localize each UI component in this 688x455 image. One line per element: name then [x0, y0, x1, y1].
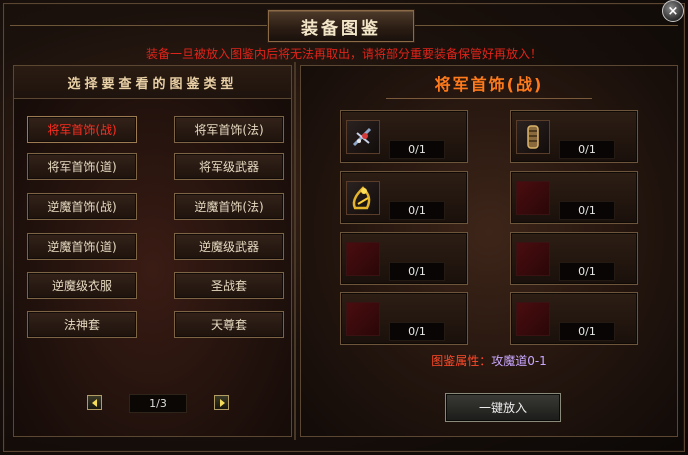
category-label: 将军首饰(道) — [47, 160, 117, 174]
codex-attribute: 图鉴属性：攻魔道0-1 — [301, 352, 677, 369]
category-label: 圣战套 — [210, 279, 247, 293]
pager: 1/3 — [13, 390, 290, 418]
slot-count: 0/1 — [559, 322, 615, 341]
slot-count: 0/1 — [389, 140, 445, 159]
codex-panel: 将军首饰(战) 0/1 0/1 0/1 0/1 0/1 0/1 0/1 0/1 … — [300, 65, 678, 437]
equipment-codex-window: 装备图鉴 × 装备一旦被放入图鉴内后将无法再取出，请将部分重要装备保管好再放入！… — [0, 0, 688, 455]
category-label: 将军级武器 — [198, 160, 259, 174]
necklace-icon — [346, 120, 380, 154]
slot-count: 0/1 — [559, 140, 615, 159]
category-button-general-jewelry-warrior[interactable]: 将军首饰(战) — [27, 116, 137, 143]
title-divider-right — [412, 25, 678, 26]
codex-title-underline — [386, 98, 592, 99]
empty-slot-icon — [516, 242, 550, 276]
category-label: 逆魔首饰(法) — [194, 200, 264, 214]
category-button-nimo-jewelry-taoist[interactable]: 逆魔首饰(道) — [27, 233, 137, 260]
category-button-nimo-jewelry-warrior[interactable]: 逆魔首饰(战) — [27, 193, 137, 220]
window-title: 装备图鉴 — [301, 18, 381, 39]
codex-slot[interactable]: 0/1 — [340, 171, 468, 224]
arrow-left-icon — [92, 399, 97, 407]
category-panel: 选择要查看的图鉴类型 将军首饰(战) 将军首饰(法) 将军首饰(道) 将军级武器… — [13, 65, 292, 437]
codex-slot[interactable]: 0/1 — [510, 292, 638, 345]
close-icon: × — [667, 3, 679, 19]
close-button[interactable]: × — [662, 0, 684, 22]
next-page-button[interactable] — [214, 395, 229, 410]
category-label: 天尊套 — [210, 318, 247, 332]
category-label: 逆魔级武器 — [198, 240, 259, 254]
codex-slot[interactable]: 0/1 — [340, 110, 468, 163]
category-label: 将军首饰(战) — [47, 123, 117, 137]
page-indicator: 1/3 — [129, 394, 187, 413]
one-key-deposit-button[interactable]: 一键放入 — [445, 393, 561, 422]
title-divider-left — [10, 25, 268, 26]
slot-count: 0/1 — [389, 201, 445, 220]
category-button-mage-god-set[interactable]: 法神套 — [27, 311, 137, 338]
category-button-nimo-jewelry-mage[interactable]: 逆魔首饰(法) — [174, 193, 284, 220]
empty-slot-icon — [516, 302, 550, 336]
category-label: 将军首饰(法) — [194, 123, 264, 137]
slot-count: 0/1 — [559, 262, 615, 281]
prev-page-button[interactable] — [87, 395, 102, 410]
slot-count: 0/1 — [389, 262, 445, 281]
attribute-label: 图鉴属性： — [431, 354, 492, 368]
category-button-nimo-armor[interactable]: 逆魔级衣服 — [27, 272, 137, 299]
category-button-nimo-weapon[interactable]: 逆魔级武器 — [174, 233, 284, 260]
category-label: 法神套 — [63, 318, 100, 332]
category-header: 选择要查看的图鉴类型 — [14, 66, 291, 99]
slot-count: 0/1 — [389, 322, 445, 341]
codex-title: 将军首饰(战) — [434, 75, 544, 94]
category-button-general-jewelry-mage[interactable]: 将军首饰(法) — [174, 116, 284, 143]
empty-slot-icon — [346, 302, 380, 336]
category-button-heaven-set[interactable]: 天尊套 — [174, 311, 284, 338]
category-label: 逆魔首饰(道) — [47, 240, 117, 254]
category-button-general-weapon[interactable]: 将军级武器 — [174, 153, 284, 180]
category-button-holy-war-set[interactable]: 圣战套 — [174, 272, 284, 299]
codex-slot[interactable]: 0/1 — [510, 171, 638, 224]
warning-text: 装备一旦被放入图鉴内后将无法再取出，请将部分重要装备保管好再放入！ — [145, 47, 542, 61]
codex-slot[interactable]: 0/1 — [340, 292, 468, 345]
attribute-value: 攻魔道0-1 — [491, 354, 547, 368]
empty-slot-icon — [346, 242, 380, 276]
category-label: 逆魔首饰(战) — [47, 200, 117, 214]
panel-divider — [294, 62, 296, 440]
title-plate: 装备图鉴 — [268, 10, 414, 42]
codex-slot[interactable]: 0/1 — [340, 232, 468, 285]
category-header-text: 选择要查看的图鉴类型 — [67, 76, 238, 92]
arrow-right-icon — [220, 399, 225, 407]
codex-slot[interactable]: 0/1 — [510, 232, 638, 285]
ring-icon — [346, 181, 380, 215]
empty-slot-icon — [516, 181, 550, 215]
slot-count: 0/1 — [559, 201, 615, 220]
codex-slot[interactable]: 0/1 — [510, 110, 638, 163]
bracelet-icon — [516, 120, 550, 154]
category-label: 逆魔级衣服 — [51, 279, 112, 293]
category-button-general-jewelry-taoist[interactable]: 将军首饰(道) — [27, 153, 137, 180]
